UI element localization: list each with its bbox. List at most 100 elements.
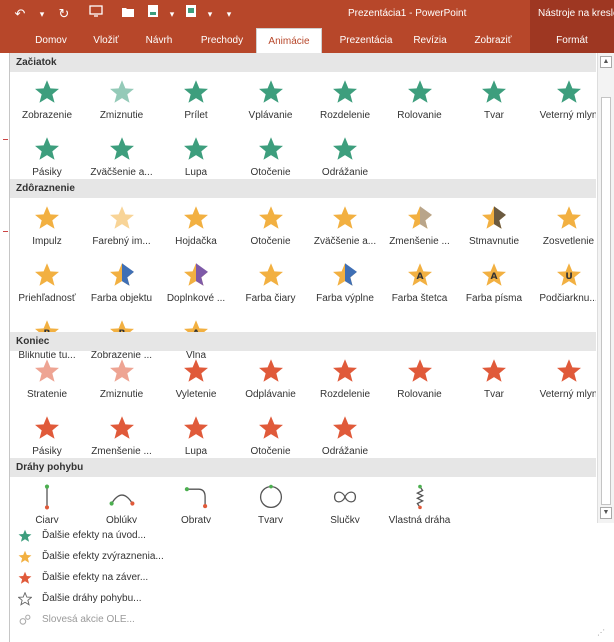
exit-effect-rolovanie[interactable]: Rolovanie — [383, 353, 457, 409]
effect-label: Farba čiary — [245, 293, 296, 304]
exit-effect-veterny-mlyn[interactable]: Veterný mlyn — [532, 353, 596, 409]
effect-label: Oblúky — [105, 515, 138, 523]
more-motion-paths-label: Ďalšie dráhy pohybu... — [42, 593, 142, 604]
emphasis-star-icon — [330, 204, 360, 232]
tab-format[interactable]: Formát — [530, 28, 614, 53]
entrance-effect-prilet[interactable]: Prílet — [159, 74, 233, 130]
more-entrance-effects[interactable]: Ďalšie efekty na úvod... — [10, 525, 210, 546]
scroll-up-button[interactable]: ▲ — [600, 56, 612, 68]
exit-star-icon — [181, 414, 211, 442]
emphasis-effect-otocenie[interactable]: Otočenie — [234, 200, 308, 256]
exit-effect-vyletenie[interactable]: Vyletenie — [159, 353, 233, 409]
entrance-effect-vplavanie[interactable]: Vplávanie — [234, 74, 308, 130]
path-effect-obraty[interactable]: Obraty — [159, 479, 233, 523]
more-emphasis-effects[interactable]: Ďalšie efekty zvýraznenia... — [10, 546, 210, 567]
effect-label: Tvar — [484, 110, 504, 121]
tab-insert[interactable]: Vložiť — [82, 28, 130, 53]
effect-label: Zmenšenie ... — [91, 446, 152, 457]
exit-star-icon — [14, 571, 36, 585]
entrance-star-icon — [256, 135, 286, 163]
section-header-drahy-pohybu: Dráhy pohybu — [10, 458, 596, 477]
resize-grip-icon[interactable]: ⋰ — [597, 628, 607, 638]
path-effect-tvary[interactable]: Tvary — [234, 479, 308, 523]
open-folder-icon[interactable] — [114, 4, 142, 24]
effect-label: Odrážanie — [321, 446, 369, 457]
more-exit-effects[interactable]: Ďalšie efekty na záver... — [10, 567, 210, 588]
tab-animations[interactable]: Animácie — [256, 28, 322, 53]
section-header-koniec: Koniec — [10, 332, 596, 351]
redo-icon[interactable]: ↻ — [50, 4, 78, 24]
slide-edge — [0, 53, 9, 642]
emphasis-effect-hojdacka[interactable]: Hojdačka — [159, 200, 233, 256]
emphasis-effect-stmavnutie[interactable]: Stmavnutie — [457, 200, 531, 256]
tab-home[interactable]: Domov — [20, 28, 82, 53]
exit-star-icon — [181, 357, 211, 385]
path-effect-ciary[interactable]: Čiary — [10, 479, 84, 523]
emphasis-star-icon — [107, 204, 137, 232]
entrance-effect-rozdelenie[interactable]: Rozdelenie — [308, 74, 382, 130]
emphasis-star-icon — [479, 204, 509, 232]
emphasis-effect-farba-pisma[interactable]: A Farba písma — [457, 257, 531, 313]
gallery-scrollbar[interactable]: ▲ ▼ — [597, 53, 614, 523]
emphasis-star-icon — [256, 261, 286, 289]
emphasis-effect-farba-stetca[interactable]: A Farba štetca — [383, 257, 457, 313]
emphasis-effect-zvacsenie-a[interactable]: Zväčšenie a... — [308, 200, 382, 256]
entrance-effect-tvar[interactable]: Tvar — [457, 74, 531, 130]
tab-slideshow[interactable]: Prezentácia — [330, 28, 402, 53]
section-header-zdoraznenie: Zdôraznenie — [10, 179, 596, 198]
start-from-beginning-icon[interactable] — [78, 4, 114, 24]
exit-effect-zmiznutie[interactable]: Zmiznutie — [85, 353, 159, 409]
effect-label: Pásiky — [32, 167, 62, 178]
emphasis-effect-impulz[interactable]: Impulz — [10, 200, 84, 256]
layout-icon[interactable] — [180, 4, 202, 24]
exit-star-icon — [479, 357, 509, 385]
more-exit-label: Ďalšie efekty na záver... — [42, 572, 149, 583]
tab-design[interactable]: Návrh — [136, 28, 182, 53]
effect-label: Zmiznutie — [99, 389, 144, 400]
animation-gallery: Začiatok Zobrazenie Zmiznutie Prílet Vplávan… — [10, 53, 596, 523]
emphasis-star-icon: A — [479, 261, 509, 289]
ole-action-verbs: Slovesá akcie OLE... — [10, 609, 210, 630]
exit-effect-stratenie[interactable]: Stratenie — [10, 353, 84, 409]
emphasis-effect-farba-vyplne[interactable]: Farba výplne — [308, 257, 382, 313]
new-slide-icon[interactable] — [142, 4, 164, 24]
undo-icon[interactable]: ↶ — [6, 4, 34, 24]
emphasis-effect-farba-ciary[interactable]: Farba čiary — [234, 257, 308, 313]
tab-review[interactable]: Revízia — [404, 28, 456, 53]
new-slide-dropdown-icon[interactable]: ▾ — [164, 4, 180, 24]
entrance-effect-veterny-mlyn[interactable]: Veterný mlyn — [532, 74, 596, 130]
scroll-down-button[interactable]: ▼ — [600, 507, 612, 519]
scroll-thumb[interactable] — [601, 97, 611, 505]
effect-label: Tvar — [484, 389, 504, 400]
effect-label: Otočenie — [250, 167, 291, 178]
customize-qat-icon[interactable]: ▾ — [218, 4, 240, 24]
emphasis-effect-podciarknu[interactable]: U Podčiarknu... — [532, 257, 596, 313]
more-motion-paths[interactable]: Ďalšie dráhy pohybu... — [10, 588, 210, 609]
emphasis-star-icon — [256, 204, 286, 232]
entrance-star-icon — [554, 78, 584, 106]
path-effect-obluky[interactable]: Oblúky — [85, 479, 159, 523]
entrance-star-icon — [32, 135, 62, 163]
entrance-effect-rolovanie[interactable]: Rolovanie — [383, 74, 457, 130]
exit-star-icon — [330, 414, 360, 442]
path-effect-vlastna-draha[interactable]: Vlastná dráha — [383, 479, 457, 523]
emphasis-effect-zosvetlenie[interactable]: Zosvetlenie — [532, 200, 597, 256]
tab-transitions[interactable]: Prechody — [190, 28, 254, 53]
emphasis-effect-priehladnost[interactable]: Priehľadnosť — [10, 257, 84, 313]
motion-path-obluky-icon — [107, 483, 137, 511]
emphasis-effect-doplnkove[interactable]: Doplnkové ... — [159, 257, 233, 313]
emphasis-effect-zmensenie[interactable]: Zmenšenie ... — [383, 200, 457, 256]
entrance-effect-zobrazenie[interactable]: Zobrazenie — [10, 74, 84, 130]
effect-label: Slučky — [330, 515, 360, 523]
tab-view[interactable]: Zobraziť — [460, 28, 526, 53]
entrance-effect-zmiznutie[interactable]: Zmiznutie — [85, 74, 159, 130]
undo-dropdown-icon[interactable]: ▾ — [34, 4, 50, 24]
layout-dropdown-icon[interactable]: ▾ — [202, 4, 218, 24]
exit-effect-tvar[interactable]: Tvar — [457, 353, 531, 409]
emphasis-effect-farebny-im[interactable]: Farebný im... — [85, 200, 159, 256]
exit-effect-rozdelenie[interactable]: Rozdelenie — [308, 353, 382, 409]
emphasis-effect-farba-objektu[interactable]: Farba objektu — [85, 257, 159, 313]
exit-effect-odplavanie[interactable]: Odplávanie — [234, 353, 308, 409]
path-effect-slucky[interactable]: Slučky — [308, 479, 382, 523]
motion-path-ciary-icon — [32, 483, 62, 511]
